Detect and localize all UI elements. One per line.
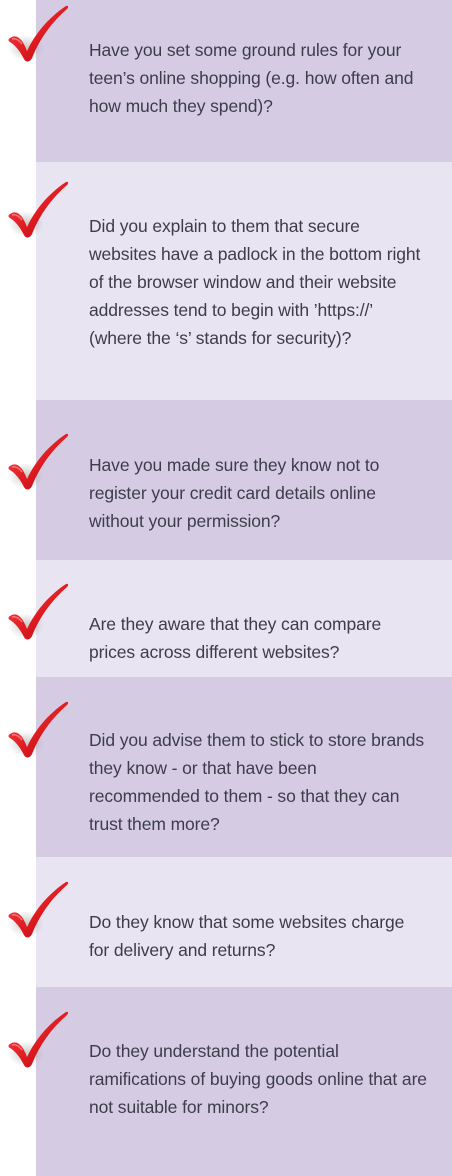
checklist-item-text: Did you advise them to stick to store br… [89,730,425,834]
checkmark-icon [0,700,80,762]
checklist-panel: Have you set some ground rules for your … [36,0,452,1176]
checkmark-icon [0,180,80,242]
checkmark-icon [0,4,80,66]
checkmark-icon [0,1010,80,1072]
checklist-item: Do they understand the potential ramific… [36,987,452,1176]
checklist-item: Are they aware that they can compare pri… [36,560,452,677]
checklist-item-text: Have you set some ground rules for your … [89,40,414,116]
checkmark-icon [0,582,80,644]
checklist-item-text: Are they aware that they can compare pri… [89,614,382,662]
checklist-item: Have you made sure they know not to regi… [36,400,452,560]
checkmark-icon [0,432,80,494]
checklist-item-text: Did you explain to them that secure webs… [89,216,421,348]
checklist-item-text: Do they understand the potential ramific… [89,1041,427,1117]
checklist-item: Did you explain to them that secure webs… [36,162,452,400]
checklist-item-text: Have you made sure they know not to regi… [89,455,380,531]
checklist-item: Do they know that some websites charge f… [36,857,452,987]
checklist-item: Did you advise them to stick to store br… [36,677,452,857]
checklist-item: Have you set some ground rules for your … [36,0,452,162]
checklist-item-text: Do they know that some websites charge f… [89,912,405,960]
checkmark-icon [0,880,80,942]
